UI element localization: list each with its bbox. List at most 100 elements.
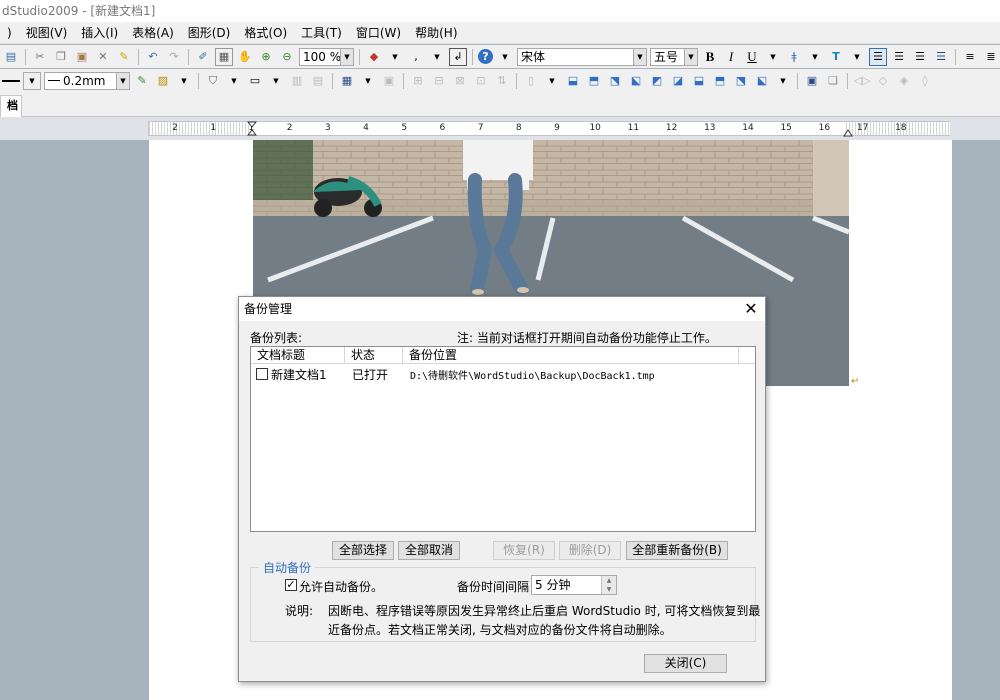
italic-button[interactable]: I (722, 48, 740, 66)
backup-list[interactable]: 文档标题 状态 备份位置 新建文档1 已打开 D:\待删软件\WordStudi… (250, 346, 756, 532)
grid-icon[interactable]: ▦ (215, 47, 233, 66)
rebackup-all-button[interactable]: 全部重新备份(B) (626, 541, 728, 560)
shape-tool-icon[interactable]: ⬔ (732, 72, 750, 90)
tab-document1[interactable]: 档1 (0, 95, 22, 117)
dropdown-arrow-icon[interactable]: ▼ (386, 48, 404, 66)
hand-icon[interactable]: ✋ (236, 48, 254, 66)
font-name-select[interactable]: 宋体 ▼ (517, 47, 647, 66)
dropdown-arrow-icon[interactable]: ▼ (496, 48, 514, 66)
redo-icon[interactable]: ↷ (165, 48, 183, 66)
draw-icon[interactable]: ✐ (194, 48, 212, 66)
comma-icon[interactable]: , (407, 48, 425, 66)
menu-item-window[interactable]: 窗口(W) (349, 24, 408, 41)
bring-front-icon[interactable]: ◈ (895, 72, 913, 90)
table-op-icon[interactable]: ⊞ (409, 72, 427, 90)
dropdown-arrow-icon[interactable]: ▼ (543, 72, 561, 90)
underline-button[interactable]: U (743, 48, 761, 66)
allow-auto-backup-checkbox[interactable]: ✓ (285, 579, 297, 591)
indent-marker-icon[interactable] (246, 121, 258, 136)
zoom-in-icon[interactable]: ⊕ (257, 48, 275, 66)
row-checkbox[interactable] (256, 368, 268, 380)
stepper-arrows-icon[interactable]: ▲ ▼ (601, 576, 616, 594)
table-op-icon[interactable]: ⊡ (472, 72, 490, 90)
font-color-icon[interactable]: T (827, 48, 845, 66)
dropdown-arrow-icon[interactable]: ▼ (774, 72, 792, 90)
dropdown-arrow-icon[interactable]: ▼ (23, 71, 41, 90)
font-size-select[interactable]: 五号 ▼ (650, 47, 698, 66)
shape-tool-icon[interactable]: ⬔ (606, 72, 624, 90)
help-icon[interactable]: ? (478, 49, 493, 64)
horizontal-ruler[interactable]: 2 1 1 2 3 4 5 6 7 8 9 10 11 12 13 14 15 16 17 18 (148, 121, 950, 137)
align-objects-icon[interactable]: ▥ (288, 72, 306, 90)
dropdown-arrow-icon[interactable]: ▼ (806, 48, 824, 66)
close-icon[interactable]: ✕ (741, 299, 761, 319)
line-width-select[interactable]: 0.2mm ▼ (44, 71, 130, 90)
flip-icon[interactable]: ◁▷ (853, 72, 871, 90)
dropdown-arrow-icon[interactable]: ▼ (267, 72, 285, 90)
shape-tool-icon[interactable]: ◩ (648, 72, 666, 90)
table-op-icon[interactable]: ⊟ (430, 72, 448, 90)
menu-item-insert[interactable]: 插入(I) (74, 24, 125, 41)
delete-icon[interactable]: ✕ (94, 48, 112, 66)
table-icon[interactable]: ▦ (338, 72, 356, 90)
column-header-status[interactable]: 状态 (345, 347, 403, 363)
menu-item-partial[interactable]: ) (0, 26, 19, 40)
restore-button[interactable]: 恢复(R) (493, 541, 555, 560)
distribute-icon[interactable]: ▤ (309, 72, 327, 90)
sort-icon[interactable]: ⇅ (493, 72, 511, 90)
dropdown-arrow-icon[interactable]: ▼ (175, 72, 193, 90)
dropdown-arrow-icon[interactable]: ▼ (848, 48, 866, 66)
dropdown-arrow-icon[interactable]: ▼ (764, 48, 782, 66)
delete-button[interactable]: 删除(D) (559, 541, 621, 560)
menu-item-format[interactable]: 格式(O) (237, 24, 294, 41)
table-row[interactable]: 新建文档1 已打开 D:\待删软件\WordStudio\Backup\DocB… (251, 365, 755, 383)
copy-icon[interactable]: ❐ (52, 48, 70, 66)
shape-tool-icon[interactable]: ⬒ (585, 72, 603, 90)
zoom-select[interactable]: 100 % ▼ (299, 47, 354, 66)
numbered-list-icon[interactable]: ≣ (982, 48, 1000, 66)
cut-icon[interactable]: ✂ (31, 48, 49, 66)
allow-auto-backup-label[interactable]: 允许自动备份。 (299, 578, 383, 595)
bold-button[interactable]: B (701, 48, 719, 66)
dropdown-arrow-icon[interactable]: ▼ (428, 48, 446, 66)
send-back-icon[interactable]: ◊ (916, 72, 934, 90)
print-preview-icon[interactable]: ▤ (2, 48, 20, 66)
justify-icon[interactable]: ☰ (932, 48, 950, 66)
backup-interval-stepper[interactable]: 5 分钟 ▲ ▼ (531, 575, 617, 595)
shape-tool-icon[interactable]: ⬕ (753, 72, 771, 90)
menu-item-view[interactable]: 视图(V) (19, 24, 75, 41)
pen-color-icon[interactable]: ✎ (133, 72, 151, 90)
column-header-location[interactable]: 备份位置 (403, 347, 739, 363)
shape-tool-icon[interactable]: ⬓ (690, 72, 708, 90)
format-painter-icon[interactable]: ✎ (115, 48, 133, 66)
column-header-title[interactable]: 文档标题 (251, 347, 345, 363)
zoom-out-icon[interactable]: ⊖ (278, 48, 296, 66)
close-button[interactable]: 关闭(C) (644, 654, 727, 673)
text-box-icon[interactable]: ▯ (522, 72, 540, 90)
bullet-list-icon[interactable]: ≡ (961, 48, 979, 66)
select-all-button[interactable]: 全部选择 (332, 541, 394, 560)
fill-icon[interactable]: ▨ (154, 72, 172, 90)
paste-icon[interactable]: ▣ (73, 48, 91, 66)
menu-item-table[interactable]: 表格(A) (125, 24, 181, 41)
menu-item-graphics[interactable]: 图形(D) (181, 24, 238, 41)
strikethrough-icon[interactable]: ǂ (785, 48, 803, 66)
undo-icon[interactable]: ↶ (144, 48, 162, 66)
line-style-icon[interactable] (2, 79, 20, 82)
paint-bucket-icon[interactable]: ⛉ (204, 72, 222, 90)
align-right-icon[interactable]: ☰ (911, 48, 929, 66)
menu-item-tools[interactable]: 工具(T) (294, 24, 349, 41)
dropdown-arrow-icon[interactable]: ▼ (225, 72, 243, 90)
dropdown-arrow-icon[interactable]: ▼ (359, 72, 377, 90)
shape-tool-icon[interactable]: ⬕ (627, 72, 645, 90)
insert-shape-icon[interactable]: ◆ (365, 48, 383, 66)
border-icon[interactable]: ▭ (246, 72, 264, 90)
right-indent-marker-icon[interactable] (843, 126, 853, 137)
merge-icon[interactable]: ▣ (380, 72, 398, 90)
shape-tool-icon[interactable]: ⬒ (711, 72, 729, 90)
table-op-icon[interactable]: ⊠ (451, 72, 469, 90)
shape-tool-icon[interactable]: ⬓ (564, 72, 582, 90)
align-center-icon[interactable]: ☰ (890, 48, 908, 66)
menu-item-help[interactable]: 帮助(H) (408, 24, 464, 41)
deselect-all-button[interactable]: 全部取消 (398, 541, 460, 560)
